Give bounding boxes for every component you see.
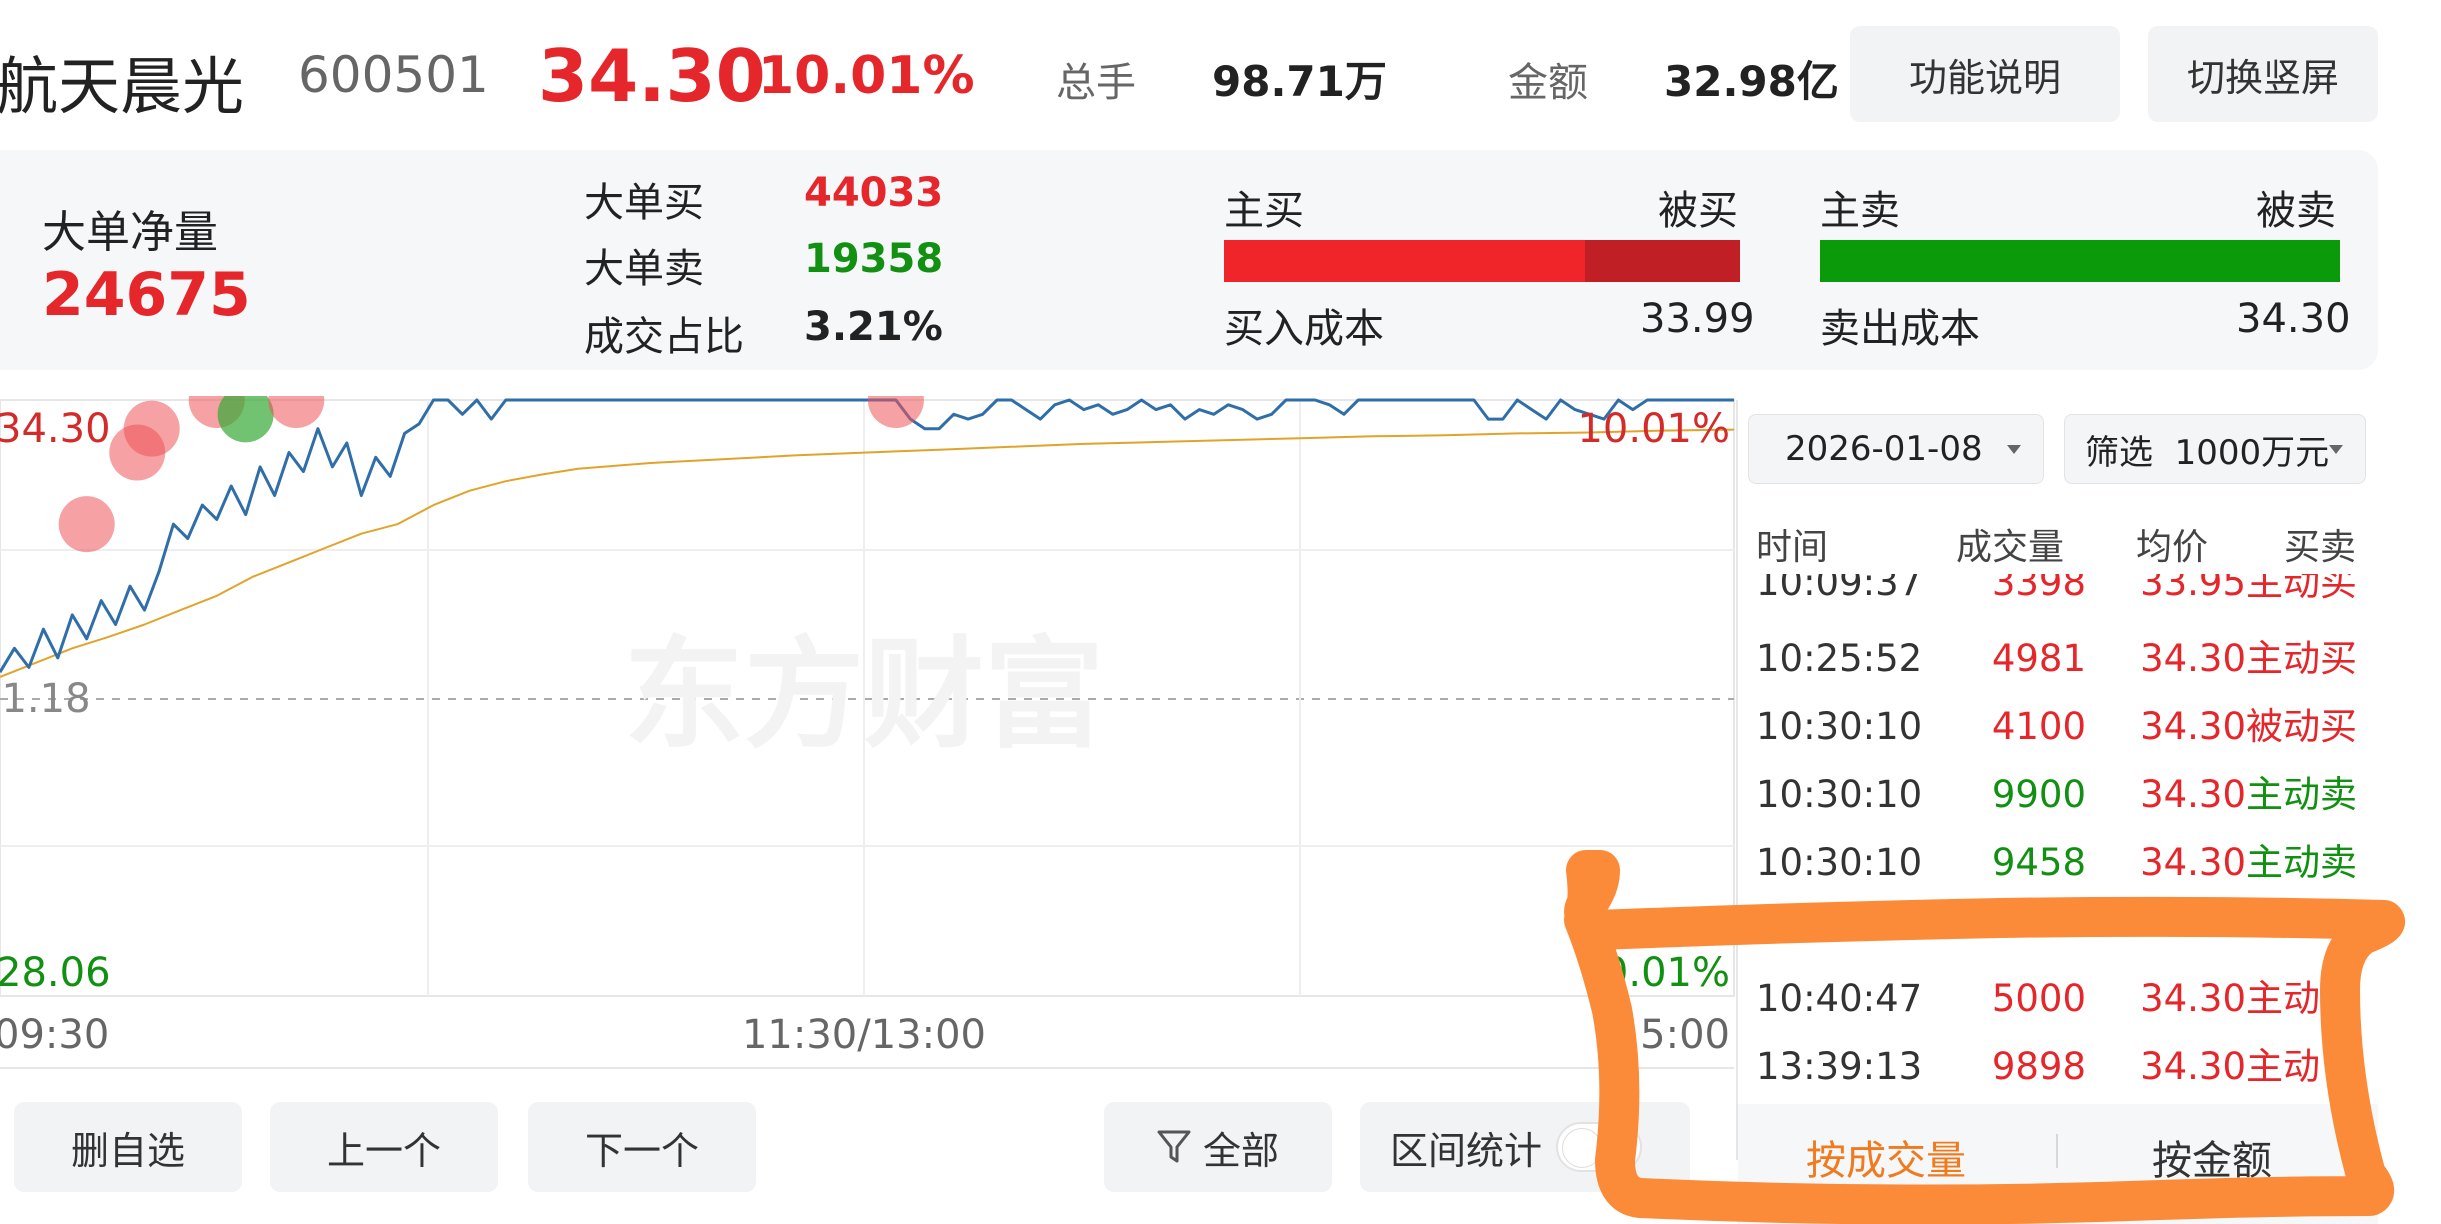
orange-highlight-scribble [1564, 850, 2405, 1224]
